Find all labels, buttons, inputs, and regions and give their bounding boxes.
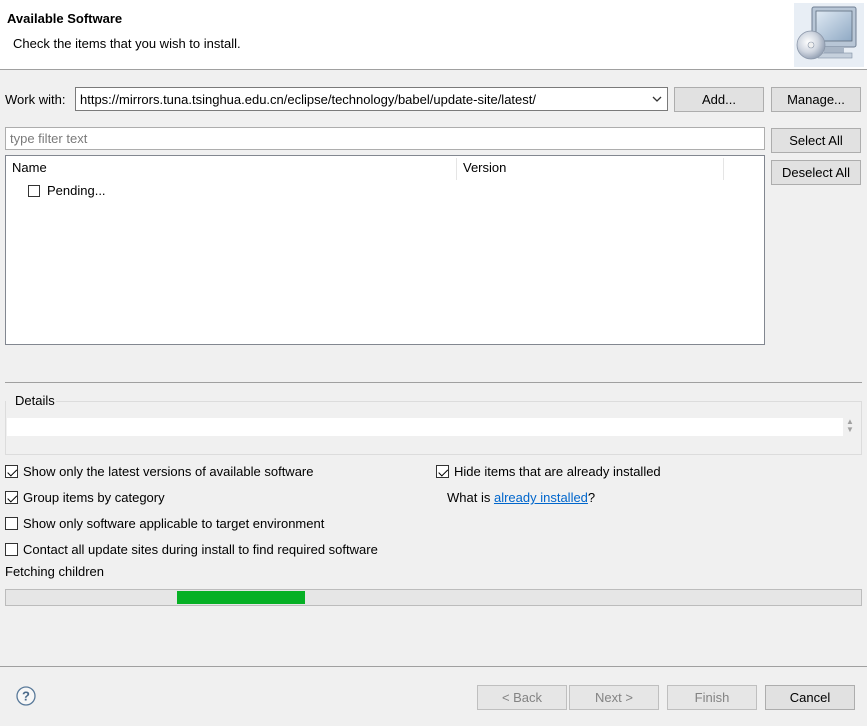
- what-is-suffix: ?: [587, 490, 596, 505]
- deselect-all-button[interactable]: Deselect All: [771, 160, 861, 185]
- details-label: Details: [14, 393, 56, 408]
- option-label: Show only the latest versions of availab…: [23, 464, 314, 479]
- checkbox-group-by-category[interactable]: [5, 491, 18, 504]
- option-group-by-category[interactable]: Group items by category: [5, 490, 165, 505]
- work-with-value: https://mirrors.tuna.tsinghua.edu.cn/ecl…: [80, 92, 536, 107]
- tree-item-checkbox[interactable]: [28, 184, 40, 197]
- tree-item-label: Pending...: [47, 183, 106, 198]
- add-site-button[interactable]: Add...: [674, 87, 764, 112]
- column-header-version[interactable]: Version: [457, 156, 723, 181]
- option-label: Show only software applicable to target …: [23, 516, 325, 531]
- dialog-header: [0, 0, 867, 70]
- checkbox-hide-installed[interactable]: [436, 465, 449, 478]
- option-applicable-target[interactable]: Show only software applicable to target …: [5, 516, 324, 531]
- already-installed-link[interactable]: already installed: [494, 490, 588, 505]
- cancel-button[interactable]: Cancel: [765, 685, 855, 710]
- what-is-installed: What is already installed?: [447, 490, 595, 505]
- checkbox-contact-all-sites[interactable]: [5, 543, 18, 556]
- details-text: [7, 418, 843, 436]
- help-icon[interactable]: ?: [16, 686, 36, 706]
- checkbox-latest-versions[interactable]: [5, 465, 18, 478]
- option-latest-versions[interactable]: Show only the latest versions of availab…: [5, 464, 314, 479]
- progress-bar: [5, 589, 862, 606]
- details-scroll-arrows[interactable]: ▲ ▼: [844, 418, 856, 436]
- what-is-prefix: What is: [447, 490, 494, 505]
- status-text: Fetching children: [5, 564, 104, 579]
- work-with-label: Work with:: [5, 92, 66, 107]
- filter-input[interactable]: [5, 127, 765, 150]
- page-subtitle: Check the items that you wish to install…: [13, 36, 241, 51]
- tree-row[interactable]: Pending...: [28, 183, 106, 198]
- manage-sites-button[interactable]: Manage...: [771, 87, 861, 112]
- option-label: Contact all update sites during install …: [23, 542, 378, 557]
- option-hide-installed[interactable]: Hide items that are already installed: [436, 464, 661, 479]
- back-button[interactable]: < Back: [477, 685, 567, 710]
- details-group-border: [55, 401, 862, 402]
- option-label: Hide items that are already installed: [454, 464, 661, 479]
- column-separator: [723, 158, 724, 180]
- chevron-down-icon[interactable]: [651, 92, 663, 106]
- select-all-button[interactable]: Select All: [771, 128, 861, 153]
- footer-divider: [0, 666, 867, 667]
- progress-fill: [177, 591, 305, 604]
- checkbox-applicable-target[interactable]: [5, 517, 18, 530]
- column-header-name[interactable]: Name: [6, 156, 456, 181]
- software-tree[interactable]: Name Version Pending...: [5, 155, 765, 345]
- next-button[interactable]: Next >: [569, 685, 659, 710]
- option-label: Group items by category: [23, 490, 165, 505]
- work-with-combo[interactable]: https://mirrors.tuna.tsinghua.edu.cn/ecl…: [75, 87, 668, 111]
- page-title: Available Software: [7, 11, 123, 26]
- svg-text:?: ?: [22, 689, 30, 704]
- finish-button[interactable]: Finish: [667, 685, 757, 710]
- divider: [5, 382, 862, 383]
- monitor-cd-icon: [794, 3, 864, 67]
- option-contact-all-sites[interactable]: Contact all update sites during install …: [5, 542, 378, 557]
